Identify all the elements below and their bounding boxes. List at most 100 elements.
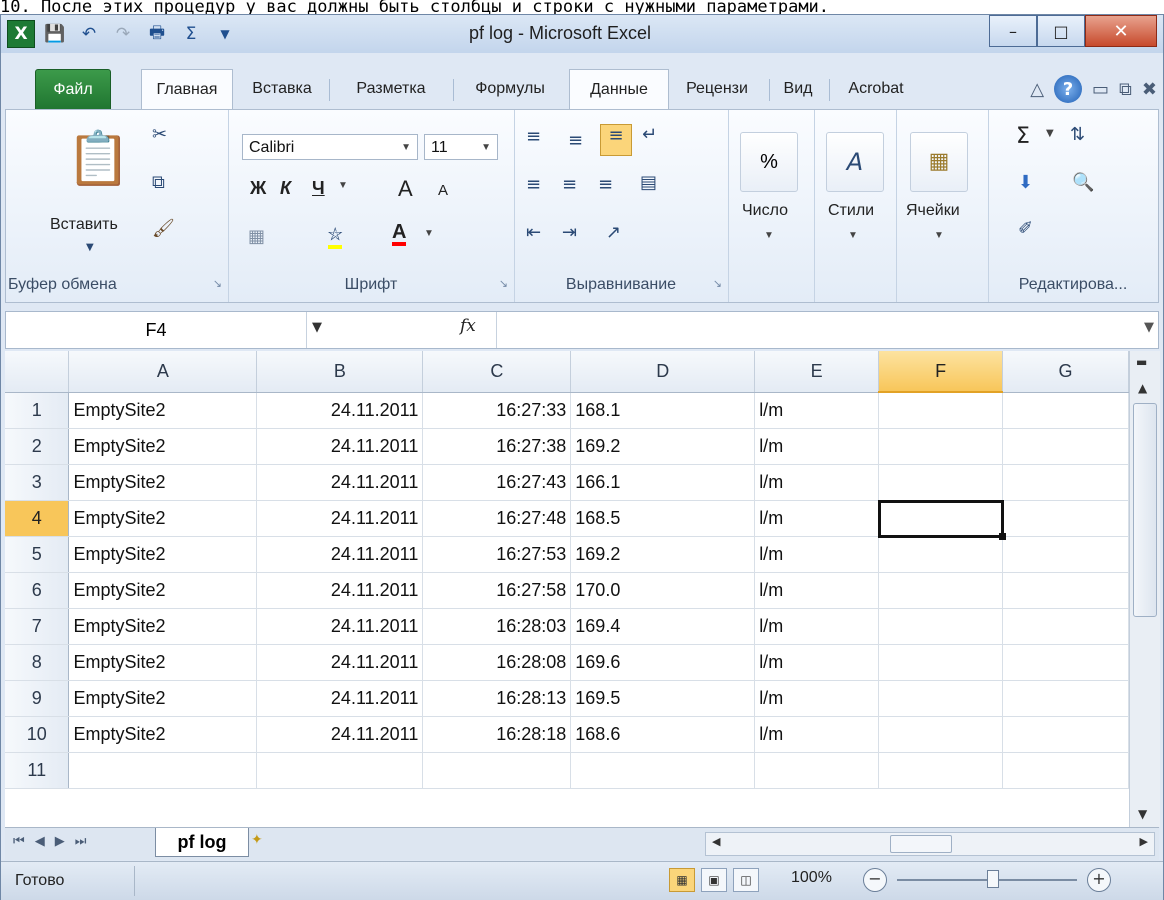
number-button-label[interactable]: Число bbox=[742, 202, 788, 220]
close-icon[interactable]: ✕ bbox=[1085, 15, 1157, 47]
active-cell[interactable] bbox=[877, 499, 1007, 540]
format-painter-icon[interactable]: 🖌 bbox=[152, 218, 175, 239]
select-all-corner[interactable] bbox=[5, 351, 70, 393]
align-bottom-icon[interactable]: ≡ bbox=[600, 124, 632, 156]
font-launcher-icon[interactable]: ↘ bbox=[499, 277, 508, 290]
last-sheet-icon[interactable]: ⏭ bbox=[75, 834, 87, 849]
styles-icon[interactable]: A bbox=[826, 132, 884, 192]
sigma-icon[interactable]: Σ bbox=[177, 21, 205, 47]
horizontal-scrollbar[interactable]: ◀ ▶ bbox=[705, 832, 1155, 856]
align-center-icon[interactable]: ≡ bbox=[562, 174, 577, 195]
redo-icon[interactable]: ↷ bbox=[109, 21, 137, 47]
cell[interactable]: 169.2 bbox=[570, 428, 756, 465]
window-workbook-icon[interactable]: ⧉ bbox=[1119, 79, 1132, 100]
cell[interactable] bbox=[1002, 644, 1129, 681]
alignment-launcher-icon[interactable]: ↘ bbox=[713, 277, 722, 290]
customize-qat-icon[interactable]: ▼ bbox=[211, 21, 239, 47]
cell[interactable]: 170.0 bbox=[570, 572, 756, 609]
help-icon[interactable]: ? bbox=[1054, 75, 1083, 103]
bold-button[interactable]: Ж bbox=[250, 178, 266, 199]
cell[interactable]: 16:28:13 bbox=[422, 680, 572, 717]
cell[interactable] bbox=[1002, 464, 1129, 501]
insert-function-button[interactable]: fx bbox=[460, 316, 476, 336]
cell[interactable]: l/m bbox=[754, 680, 880, 717]
cell[interactable]: EmptySite2 bbox=[68, 500, 258, 537]
cell[interactable]: 16:27:48 bbox=[422, 500, 572, 537]
cells-icon[interactable]: ▦ bbox=[910, 132, 968, 192]
cell[interactable]: 24.11.2011 bbox=[256, 644, 424, 681]
undo-icon[interactable]: ↶ bbox=[75, 21, 103, 47]
cell[interactable]: l/m bbox=[754, 644, 880, 681]
zoom-out-icon[interactable]: − bbox=[863, 868, 887, 892]
cell[interactable]: 168.1 bbox=[570, 392, 756, 429]
cell[interactable]: l/m bbox=[754, 500, 880, 537]
tab-review[interactable]: Рецензи bbox=[671, 69, 763, 109]
cell[interactable]: EmptySite2 bbox=[68, 644, 258, 681]
font-size-select[interactable]: 11 ▼ bbox=[424, 134, 498, 160]
cell[interactable]: l/m bbox=[754, 716, 880, 753]
cell[interactable]: EmptySite2 bbox=[68, 464, 258, 501]
row-header[interactable]: 4 bbox=[5, 500, 70, 537]
styles-button-label[interactable]: Стили bbox=[828, 202, 874, 220]
zoom-slider-thumb[interactable] bbox=[987, 870, 999, 888]
cell[interactable] bbox=[68, 752, 258, 789]
scroll-right-icon[interactable]: ▶ bbox=[1140, 835, 1148, 848]
horizontal-scroll-thumb[interactable] bbox=[890, 835, 952, 853]
name-box[interactable]: F4 bbox=[6, 312, 307, 348]
column-header[interactable]: B bbox=[256, 351, 424, 393]
cell[interactable]: 24.11.2011 bbox=[256, 680, 424, 717]
borders-icon[interactable]: ▦ bbox=[248, 226, 265, 247]
cell[interactable]: l/m bbox=[754, 608, 880, 645]
formula-input[interactable] bbox=[506, 312, 1106, 348]
number-dropdown-icon[interactable]: ▼ bbox=[764, 230, 774, 241]
cell[interactable]: l/m bbox=[754, 572, 880, 609]
shrink-font-button[interactable]: A bbox=[438, 182, 448, 199]
cell[interactable] bbox=[878, 428, 1004, 465]
paste-icon[interactable]: 📋 bbox=[66, 128, 131, 189]
row-header[interactable]: 2 bbox=[5, 428, 70, 465]
cell[interactable]: 16:27:58 bbox=[422, 572, 572, 609]
cell[interactable] bbox=[878, 716, 1004, 753]
tab-file[interactable]: Файл bbox=[35, 69, 111, 111]
cell[interactable]: 24.11.2011 bbox=[256, 536, 424, 573]
zoom-level[interactable]: 100% bbox=[791, 869, 832, 887]
next-sheet-icon[interactable]: ▶ bbox=[55, 834, 65, 849]
cell[interactable]: 168.5 bbox=[570, 500, 756, 537]
name-box-dropdown-icon[interactable]: ▼ bbox=[312, 320, 322, 335]
cell[interactable] bbox=[878, 680, 1004, 717]
cell[interactable]: EmptySite2 bbox=[68, 608, 258, 645]
cell[interactable]: 24.11.2011 bbox=[256, 392, 424, 429]
row-header[interactable]: 3 bbox=[5, 464, 70, 501]
row-header[interactable]: 1 bbox=[5, 392, 70, 429]
cell[interactable]: 16:27:38 bbox=[422, 428, 572, 465]
cell[interactable]: 169.5 bbox=[570, 680, 756, 717]
cell[interactable]: 24.11.2011 bbox=[256, 428, 424, 465]
expand-formula-bar-icon[interactable]: ▼ bbox=[1144, 320, 1154, 335]
cell[interactable] bbox=[878, 392, 1004, 429]
styles-dropdown-icon[interactable]: ▼ bbox=[848, 230, 858, 241]
tab-data[interactable]: Данные bbox=[569, 69, 669, 110]
align-right-icon[interactable]: ≡ bbox=[598, 174, 613, 195]
cell[interactable]: EmptySite2 bbox=[68, 680, 258, 717]
tab-home[interactable]: Главная bbox=[141, 69, 233, 110]
cell[interactable] bbox=[878, 464, 1004, 501]
font-color-dropdown-icon[interactable]: ▼ bbox=[424, 228, 434, 239]
cell[interactable]: 16:28:18 bbox=[422, 716, 572, 753]
underline-button[interactable]: Ч bbox=[312, 178, 325, 199]
cell[interactable]: 24.11.2011 bbox=[256, 716, 424, 753]
column-header[interactable]: C bbox=[422, 351, 572, 393]
cut-icon[interactable]: ✂ bbox=[152, 124, 167, 145]
cell[interactable]: l/m bbox=[754, 464, 880, 501]
autosum-icon[interactable]: Σ bbox=[1016, 124, 1030, 149]
prev-sheet-icon[interactable]: ◀ bbox=[35, 834, 45, 849]
cell[interactable]: EmptySite2 bbox=[68, 572, 258, 609]
font-color-icon[interactable]: A bbox=[392, 222, 407, 246]
sort-filter-icon[interactable]: ⇅ bbox=[1070, 124, 1085, 145]
cell[interactable]: EmptySite2 bbox=[68, 716, 258, 753]
close-workbook-icon[interactable]: ✖ bbox=[1142, 79, 1157, 100]
scroll-up-icon[interactable]: ▲ bbox=[1138, 381, 1147, 395]
number-format-button[interactable]: % bbox=[740, 132, 798, 192]
cell[interactable]: 16:27:53 bbox=[422, 536, 572, 573]
cell[interactable] bbox=[1002, 608, 1129, 645]
row-header[interactable]: 10 bbox=[5, 716, 70, 753]
